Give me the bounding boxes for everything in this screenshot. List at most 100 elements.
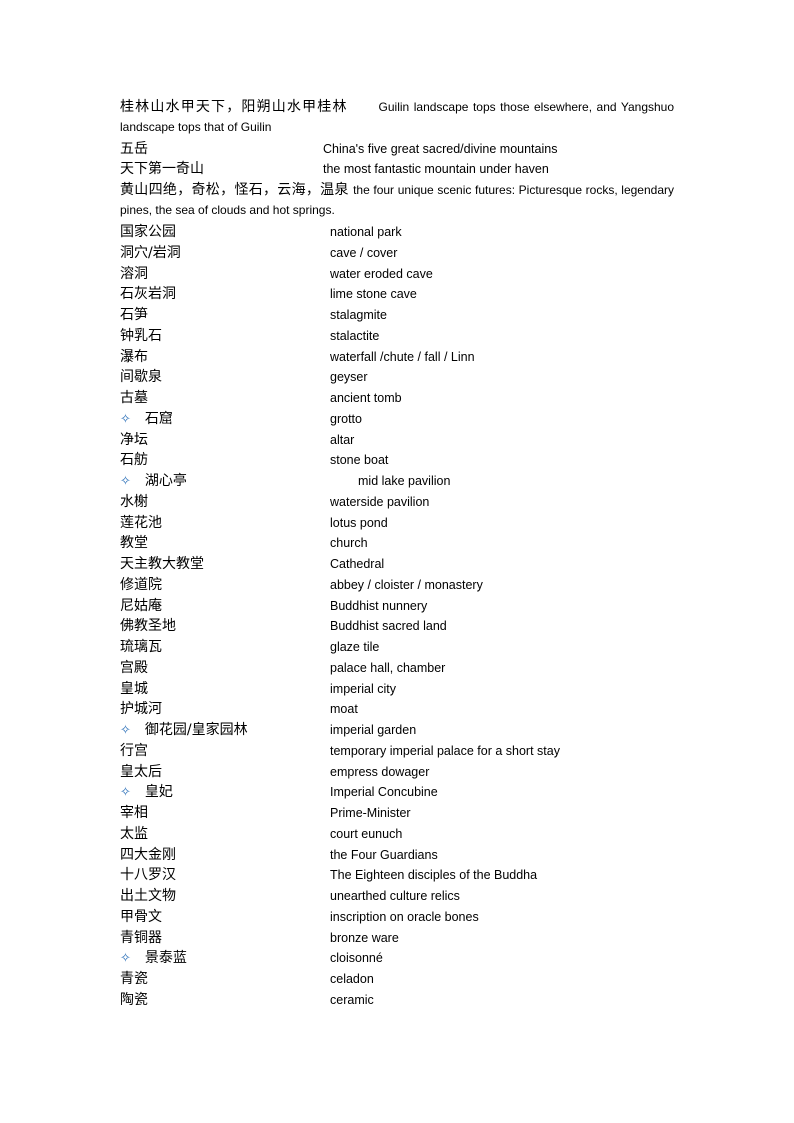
- chinese-term-cell: 青瓷: [120, 969, 148, 989]
- english-translation: Prime-Minister: [330, 806, 411, 820]
- chinese-term-cell: 石灰岩洞: [120, 284, 176, 304]
- chinese-term: 古墓: [120, 390, 148, 406]
- chinese-term: 莲花池: [120, 514, 162, 531]
- chinese-term-cell: 青铜器: [120, 928, 162, 948]
- english-translation: China's five great sacred/divine mountai…: [323, 142, 558, 156]
- vocab-row: 太监 court eunuch: [120, 824, 680, 844]
- vocab-row: 国家公园 national park: [120, 222, 680, 242]
- english-translation: the Four Guardians: [330, 847, 438, 862]
- chinese-term: 十八罗汉: [120, 867, 176, 884]
- chinese-term-cell: 修道院: [120, 575, 162, 595]
- chinese-term: 四大金刚: [120, 846, 176, 863]
- vocab-row: 宰相 Prime-Minister: [120, 803, 680, 823]
- chinese-term: 宰相: [120, 805, 148, 821]
- chinese-term-cell: ✧ 湖心亭: [120, 471, 187, 492]
- chinese-term: 甲骨文: [120, 908, 162, 925]
- chinese-term-cell: 石舫: [120, 450, 148, 470]
- intro-paragraph-huangshan: 黄山四绝，奇松，怪石，云海，温泉 the four unique scenic …: [120, 180, 674, 220]
- chinese-term-cell: 钟乳石: [120, 326, 162, 346]
- chinese-term: 溶洞: [120, 265, 148, 282]
- english-translation: palace hall, chamber: [330, 660, 446, 675]
- chinese-term: 修道院: [120, 576, 162, 593]
- chinese-term-cell: 太监: [120, 824, 148, 844]
- chinese-term: 皇妃: [144, 784, 173, 801]
- chinese-term-cell: 石笋: [120, 305, 148, 325]
- english-translation: geyser: [330, 370, 368, 385]
- chinese-term-cell: ✧ 石窟: [120, 409, 173, 430]
- vocab-row: 古墓 ancient tomb: [120, 388, 680, 408]
- english-translation: stalactite: [330, 328, 380, 343]
- chinese-term: 水榭: [120, 493, 148, 510]
- intro-paragraph-guilin: 桂林山水甲天下，阳朔山水甲桂林 Guilin landscape tops th…: [120, 97, 674, 137]
- chinese-term: 护城河: [120, 701, 162, 718]
- english-translation: lime stone cave: [330, 287, 417, 302]
- english-translation: waterfall /chute / fall / Linn: [330, 349, 475, 364]
- vocab-row: 天主教大教堂 Cathedral: [120, 554, 680, 574]
- chinese-term: 洞穴/岩洞: [120, 244, 181, 261]
- vocab-row: 五岳 China's five great sacred/divine moun…: [120, 139, 680, 159]
- chinese-term: 琉璃瓦: [120, 639, 162, 655]
- chinese-term: 宫殿: [120, 659, 148, 676]
- english-translation: glaze tile: [330, 640, 380, 654]
- chinese-term: 瀑布: [120, 348, 148, 365]
- vocab-row: ✧ 湖心亭 mid lake pavilion: [120, 471, 680, 491]
- chinese-term-cell: 宰相: [120, 803, 148, 823]
- vocab-row: 行宫 temporary imperial palace for a short …: [120, 741, 680, 761]
- vocab-row: 尼姑庵 Buddhist nunnery: [120, 596, 680, 616]
- chinese-term-cell: 瀑布: [120, 347, 148, 367]
- english-translation: celadon: [330, 972, 374, 986]
- english-translation: altar: [330, 432, 355, 447]
- vocab-row: ✧ 皇妃 Imperial Concubine: [120, 782, 680, 802]
- chinese-term-cell: 佛教圣地: [120, 616, 176, 636]
- english-translation: unearthed culture relics: [330, 889, 460, 903]
- chinese-term: 佛教圣地: [120, 618, 176, 635]
- chinese-term: 行宫: [120, 742, 148, 759]
- vocab-row: 十八罗汉 The Eighteen disciples of the Buddha: [120, 865, 680, 885]
- chinese-term-cell: 陶瓷: [120, 990, 148, 1010]
- english-translation: imperial garden: [330, 723, 417, 737]
- chinese-term: 五岳: [120, 141, 148, 157]
- vocab-row: 出土文物 unearthed culture relics: [120, 886, 680, 906]
- english-translation: stone boat: [330, 453, 389, 468]
- chinese-term: 景泰蓝: [144, 950, 187, 967]
- chinese-term: 出土文物: [120, 888, 176, 904]
- chinese-term-cell: ✧ 景泰蓝: [120, 948, 187, 969]
- chinese-term: 皇太后: [120, 763, 162, 780]
- vocab-row: 天下第一奇山 the most fantastic mountain under…: [120, 159, 680, 179]
- english-translation: temporary imperial palace for a short st…: [330, 743, 560, 758]
- chinese-term-cell: 国家公园: [120, 222, 176, 242]
- english-translation: the most fantastic mountain under haven: [323, 162, 549, 176]
- chinese-term: 陶瓷: [120, 991, 148, 1008]
- chinese-term-cell: 莲花池: [120, 513, 162, 533]
- vocab-row: 瀑布 waterfall /chute / fall / Linn: [120, 347, 680, 367]
- vocab-row: 教堂 church: [120, 533, 680, 553]
- chinese-term-cell: 宫殿: [120, 658, 148, 678]
- vocab-row: 溶洞 water eroded cave: [120, 264, 680, 284]
- english-translation: moat: [330, 702, 358, 717]
- chinese-term: 石舫: [120, 452, 148, 469]
- english-translation: cave / cover: [330, 245, 398, 260]
- vocab-row: ✧ 石窟 grotto: [120, 409, 680, 429]
- star-bullet-icon: ✧: [120, 411, 131, 427]
- vocab-row: 石笋 stalagmite: [120, 305, 680, 325]
- english-translation: waterside pavilion: [330, 494, 430, 509]
- chinese-term-cell: 洞穴/岩洞: [120, 243, 181, 263]
- english-translation: Buddhist nunnery: [330, 598, 428, 613]
- vocab-row: 琉璃瓦 glaze tile: [120, 637, 680, 657]
- vocab-row: 甲骨文 inscription on oracle bones: [120, 907, 680, 927]
- chinese-term: 石窟: [144, 410, 173, 427]
- star-bullet-icon: ✧: [120, 951, 131, 967]
- english-translation: empress dowager: [330, 764, 430, 779]
- english-translation: bronze ware: [330, 930, 399, 945]
- chinese-term: 湖心亭: [144, 473, 187, 489]
- chinese-term-cell: 十八罗汉: [120, 865, 176, 885]
- chinese-term-cell: 行宫: [120, 741, 148, 761]
- chinese-term: 净坛: [120, 431, 148, 448]
- english-translation: inscription on oracle bones: [330, 909, 479, 924]
- chinese-term-cell: ✧ 御花园/皇家园林: [120, 720, 248, 741]
- vocab-row: 净坛 altar: [120, 430, 680, 450]
- vocab-row: 间歇泉 geyser: [120, 367, 680, 387]
- english-translation: lotus pond: [330, 515, 388, 530]
- chinese-term: 国家公园: [120, 224, 176, 240]
- chinese-term: 太监: [120, 825, 148, 842]
